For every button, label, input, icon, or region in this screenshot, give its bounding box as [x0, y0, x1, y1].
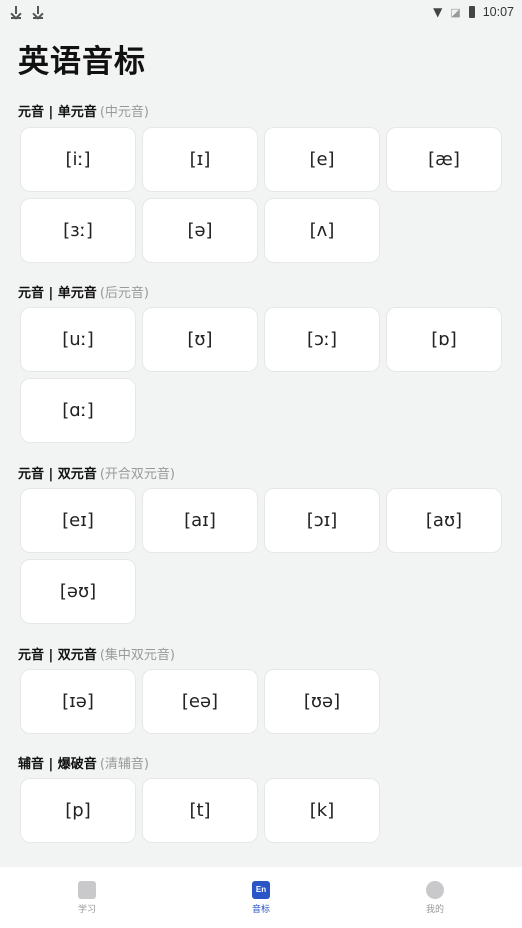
section-subtitle: (中元音) [99, 105, 149, 120]
download-icon [10, 5, 22, 19]
section-header: 元音 | 双元音 (开合双元音) [18, 463, 175, 482]
phonetic-card[interactable]: [ə] [142, 198, 258, 263]
section-title: 元音 | 双元音 [18, 648, 97, 663]
phonetic-grid: [uː] [ʊ] [ɔː] [ɒ] [ɑː] [20, 307, 502, 443]
phonetic-grid: [iː] [ɪ] [e] [æ] [ɜː] [ə] [ʌ] [20, 127, 502, 263]
phonetic-card[interactable]: [ɑː] [20, 378, 136, 443]
section-subtitle: (清辅音) [99, 757, 149, 772]
phonetic-card[interactable]: [ʊə] [264, 669, 380, 734]
tab-label: 我的 [425, 904, 444, 915]
section-subtitle: (集中双元音) [99, 648, 175, 663]
phonetic-card[interactable]: [ɪə] [20, 669, 136, 734]
tab-phonetics[interactable]: En 音标 [201, 880, 321, 915]
phonetic-card[interactable]: [p] [20, 778, 136, 843]
phonetic-grid: [eɪ] [aɪ] [ɔɪ] [aʊ] [əʊ] [20, 488, 502, 624]
phonetic-grid: [ɪə] [eə] [ʊə] [20, 669, 502, 734]
section-subtitle: (后元音) [99, 286, 149, 301]
section-title: 元音 | 双元音 [18, 467, 97, 482]
book-icon [78, 880, 96, 899]
phonetic-card[interactable]: [ɪ] [142, 127, 258, 192]
phonetic-card[interactable]: [æ] [386, 127, 502, 192]
phonetic-card[interactable]: [uː] [20, 307, 136, 372]
phonetic-card[interactable]: [t] [142, 778, 258, 843]
phonetic-card[interactable]: [eə] [142, 669, 258, 734]
phonetic-card[interactable]: [k] [264, 778, 380, 843]
no-sim-icon: ◪ [450, 5, 461, 19]
phonetic-grid: [p] [t] [k] [20, 778, 502, 843]
section-title: 元音 | 单元音 [18, 105, 97, 120]
page-title: 英语音标 [18, 44, 146, 80]
section-title: 元音 | 单元音 [18, 286, 97, 301]
profile-icon [426, 880, 444, 899]
phonetic-card[interactable]: [ɔː] [264, 307, 380, 372]
phonetic-card[interactable]: [əʊ] [20, 559, 136, 624]
tab-label: 音标 [251, 904, 270, 915]
tab-mine[interactable]: 我的 [375, 880, 495, 915]
section-header: 元音 | 双元音 (集中双元音) [18, 644, 175, 663]
tab-study[interactable]: 学习 [27, 880, 147, 915]
phonetic-card[interactable]: [eɪ] [20, 488, 136, 553]
wifi-icon: ▼ [433, 5, 443, 19]
tab-label: 学习 [77, 904, 96, 915]
section-subtitle: (开合双元音) [99, 467, 175, 482]
section-header: 辅音 | 爆破音 (清辅音) [18, 753, 149, 772]
phonetic-card[interactable]: [aɪ] [142, 488, 258, 553]
phonetic-card[interactable]: [ɔɪ] [264, 488, 380, 553]
bottom-tab-bar: 学习 En 音标 我的 [0, 867, 522, 928]
download-icon [32, 5, 44, 19]
section-title: 辅音 | 爆破音 [18, 757, 97, 772]
phonetic-card[interactable]: [aʊ] [386, 488, 502, 553]
phonetic-card[interactable]: [iː] [20, 127, 136, 192]
phonetic-card[interactable]: [ʌ] [264, 198, 380, 263]
en-icon: En [252, 880, 270, 899]
battery-icon [468, 6, 475, 18]
status-time: 10:07 [482, 5, 514, 19]
phonetic-card[interactable]: [ɜː] [20, 198, 136, 263]
phonetic-card[interactable]: [e] [264, 127, 380, 192]
section-header: 元音 | 单元音 (后元音) [18, 282, 149, 301]
phonetic-card[interactable]: [ʊ] [142, 307, 258, 372]
phonetic-card[interactable]: [ɒ] [386, 307, 502, 372]
status-bar: ▼ ◪ 10:07 [0, 0, 522, 24]
section-header: 元音 | 单元音 (中元音) [18, 101, 149, 120]
